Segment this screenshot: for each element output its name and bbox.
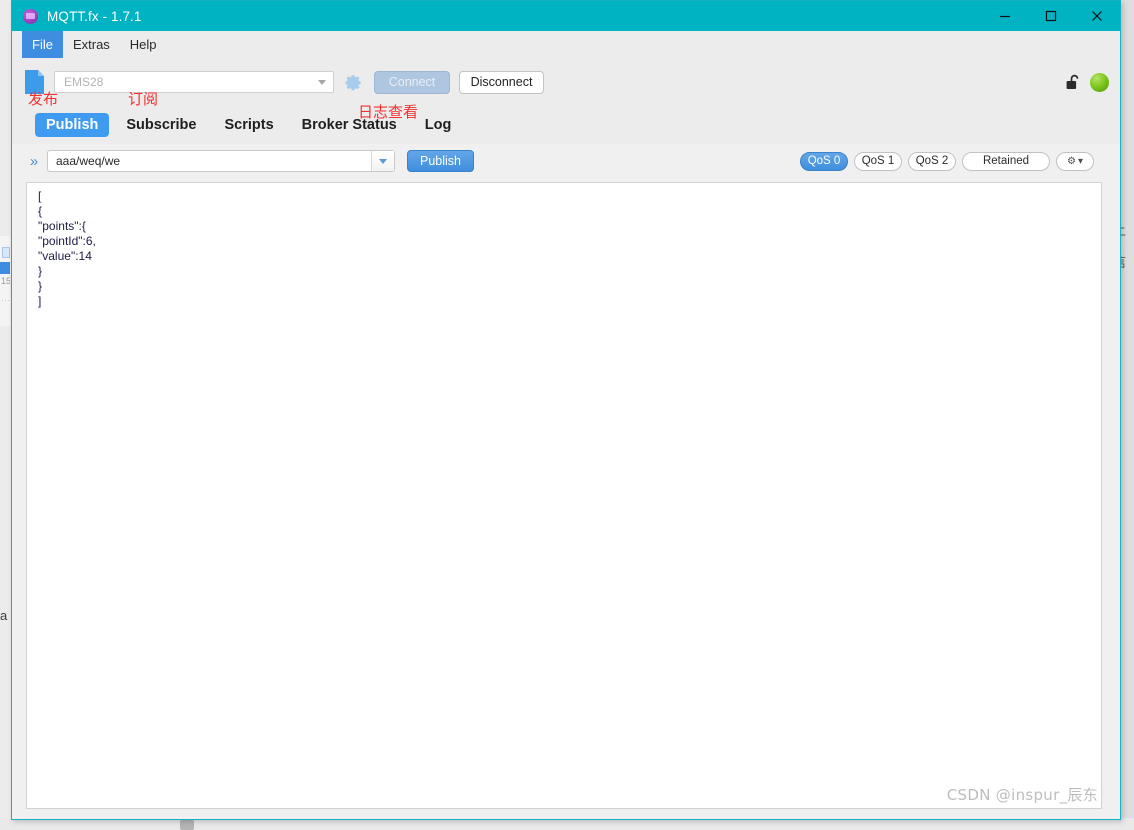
- broker-profile-select[interactable]: EMS28: [54, 71, 334, 93]
- menu-bar: File Extras Help: [12, 31, 1120, 59]
- topic-dropdown-button[interactable]: [371, 151, 394, 171]
- message-editor[interactable]: [ { "points":{ "pointId":6, "value":14 }…: [26, 182, 1102, 809]
- double-chevron-right-icon[interactable]: »: [26, 153, 42, 170]
- retained-toggle[interactable]: Retained: [962, 151, 1050, 171]
- qos-controls: QoS 0 QoS 1 QoS 2 Retained ⚙ ▾: [800, 151, 1094, 171]
- topic-combo[interactable]: [47, 150, 395, 172]
- publish-panel: » Publish QoS 0 QoS 1 QoS 2 Retained ⚙▾: [12, 144, 1120, 819]
- background-left-char: a: [0, 608, 8, 623]
- tab-publish[interactable]: Publish: [35, 113, 110, 137]
- publish-button[interactable]: Publish: [407, 150, 474, 172]
- background-document-icon: [2, 247, 10, 258]
- close-icon[interactable]: [1074, 1, 1120, 31]
- annotation-subscribe: 订阅: [128, 90, 159, 108]
- connection-toolbar: EMS28 Connect Disconnect: [12, 59, 1120, 105]
- chevron-down-icon: [379, 158, 387, 164]
- background-selected-item: [0, 262, 10, 274]
- title-bar[interactable]: MQTT.fx - 1.7.1: [12, 1, 1120, 31]
- unlocked-padlock-icon: [1066, 74, 1081, 91]
- gear-icon[interactable]: [344, 73, 363, 92]
- message-editor-text[interactable]: [ { "points":{ "pointId":6, "value":14 }…: [27, 183, 1101, 309]
- qos-2-button[interactable]: QoS 2: [908, 151, 956, 171]
- annotation-log-view: 日志查看: [358, 103, 419, 121]
- menu-item-help[interactable]: Help: [120, 31, 167, 58]
- qos-0-button[interactable]: QoS 0: [800, 151, 848, 171]
- connect-button[interactable]: Connect: [374, 70, 450, 94]
- gear-options-icon: ⚙: [1067, 155, 1076, 167]
- tab-subscribe[interactable]: Subscribe: [115, 113, 207, 137]
- chevron-down-icon: [318, 79, 326, 85]
- connection-status-group: [1066, 72, 1109, 92]
- mqttfx-logo-icon: [23, 8, 38, 24]
- status-led-green: [1090, 72, 1109, 92]
- tab-bar: Publish Subscribe Scripts Broker Status …: [12, 105, 1120, 145]
- menu-item-extras[interactable]: Extras: [63, 31, 120, 58]
- maximize-icon[interactable]: [1028, 1, 1074, 31]
- background-left-text: 15: [1, 277, 10, 286]
- background-scrollbar-thumb[interactable]: [180, 820, 194, 830]
- publish-toolbar: » Publish QoS 0 QoS 1 QoS 2 Retained ⚙▾: [12, 144, 1120, 178]
- menu-item-file[interactable]: File: [22, 31, 63, 58]
- minimize-icon[interactable]: [982, 1, 1028, 31]
- window-title: MQTT.fx - 1.7.1: [47, 8, 142, 24]
- broker-profile-value: EMS28: [64, 75, 104, 89]
- chevron-down-icon: ▾: [1077, 155, 1083, 167]
- screenshot-root: 15 ··· a 土信 MQTT.fx - 1.7.1: [0, 0, 1134, 830]
- watermark: CSDN @inspur_辰东: [946, 786, 1098, 804]
- tab-scripts[interactable]: Scripts: [213, 113, 284, 137]
- tab-log[interactable]: Log: [414, 113, 463, 137]
- disconnect-button[interactable]: Disconnect: [459, 70, 544, 94]
- publish-options-button[interactable]: ⚙ ▾: [1056, 151, 1094, 171]
- background-left-dots: ···: [1, 296, 10, 305]
- window-controls: [982, 1, 1120, 31]
- mqttfx-window: MQTT.fx - 1.7.1 File Extras Help EMS28 C…: [11, 0, 1121, 820]
- annotation-publish: 发布: [28, 90, 59, 108]
- topic-input[interactable]: [48, 151, 371, 171]
- qos-1-button[interactable]: QoS 1: [854, 151, 902, 171]
